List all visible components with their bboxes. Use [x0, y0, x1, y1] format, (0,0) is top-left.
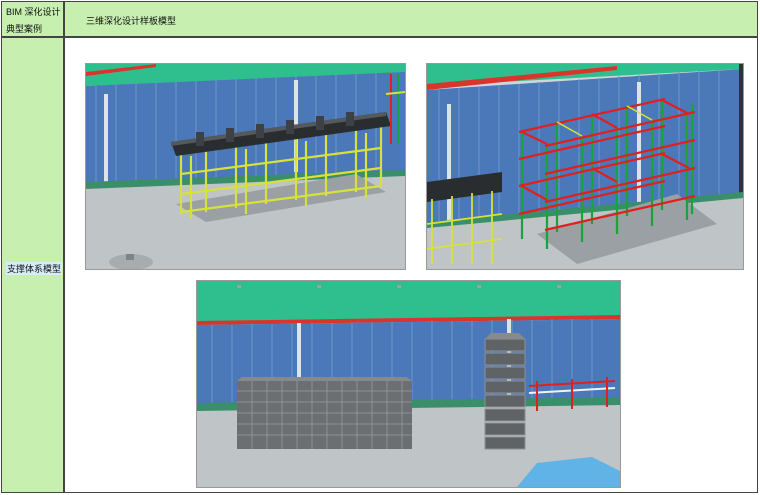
formwork-stack-render — [196, 280, 621, 488]
header-left-line2: 典型案例 — [6, 24, 43, 34]
support-frame-render-2 — [426, 63, 744, 270]
header-left-cell: BIM 深化设计 典型案例 — [1, 1, 64, 37]
header-left-line1: BIM 深化设计 — [6, 7, 61, 17]
header-title: 三维深化设计样板模型 — [86, 16, 177, 26]
support-frame-render-1 — [85, 63, 406, 270]
case-table: BIM 深化设计 典型案例 三维深化设计样板模型 支撑体系模型 — [0, 0, 760, 495]
header-right-cell: 三维深化设计样板模型 — [64, 1, 758, 37]
row-label-cell: 支撑体系模型 — [1, 37, 64, 493]
row-label: 支撑体系模型 — [6, 262, 63, 275]
